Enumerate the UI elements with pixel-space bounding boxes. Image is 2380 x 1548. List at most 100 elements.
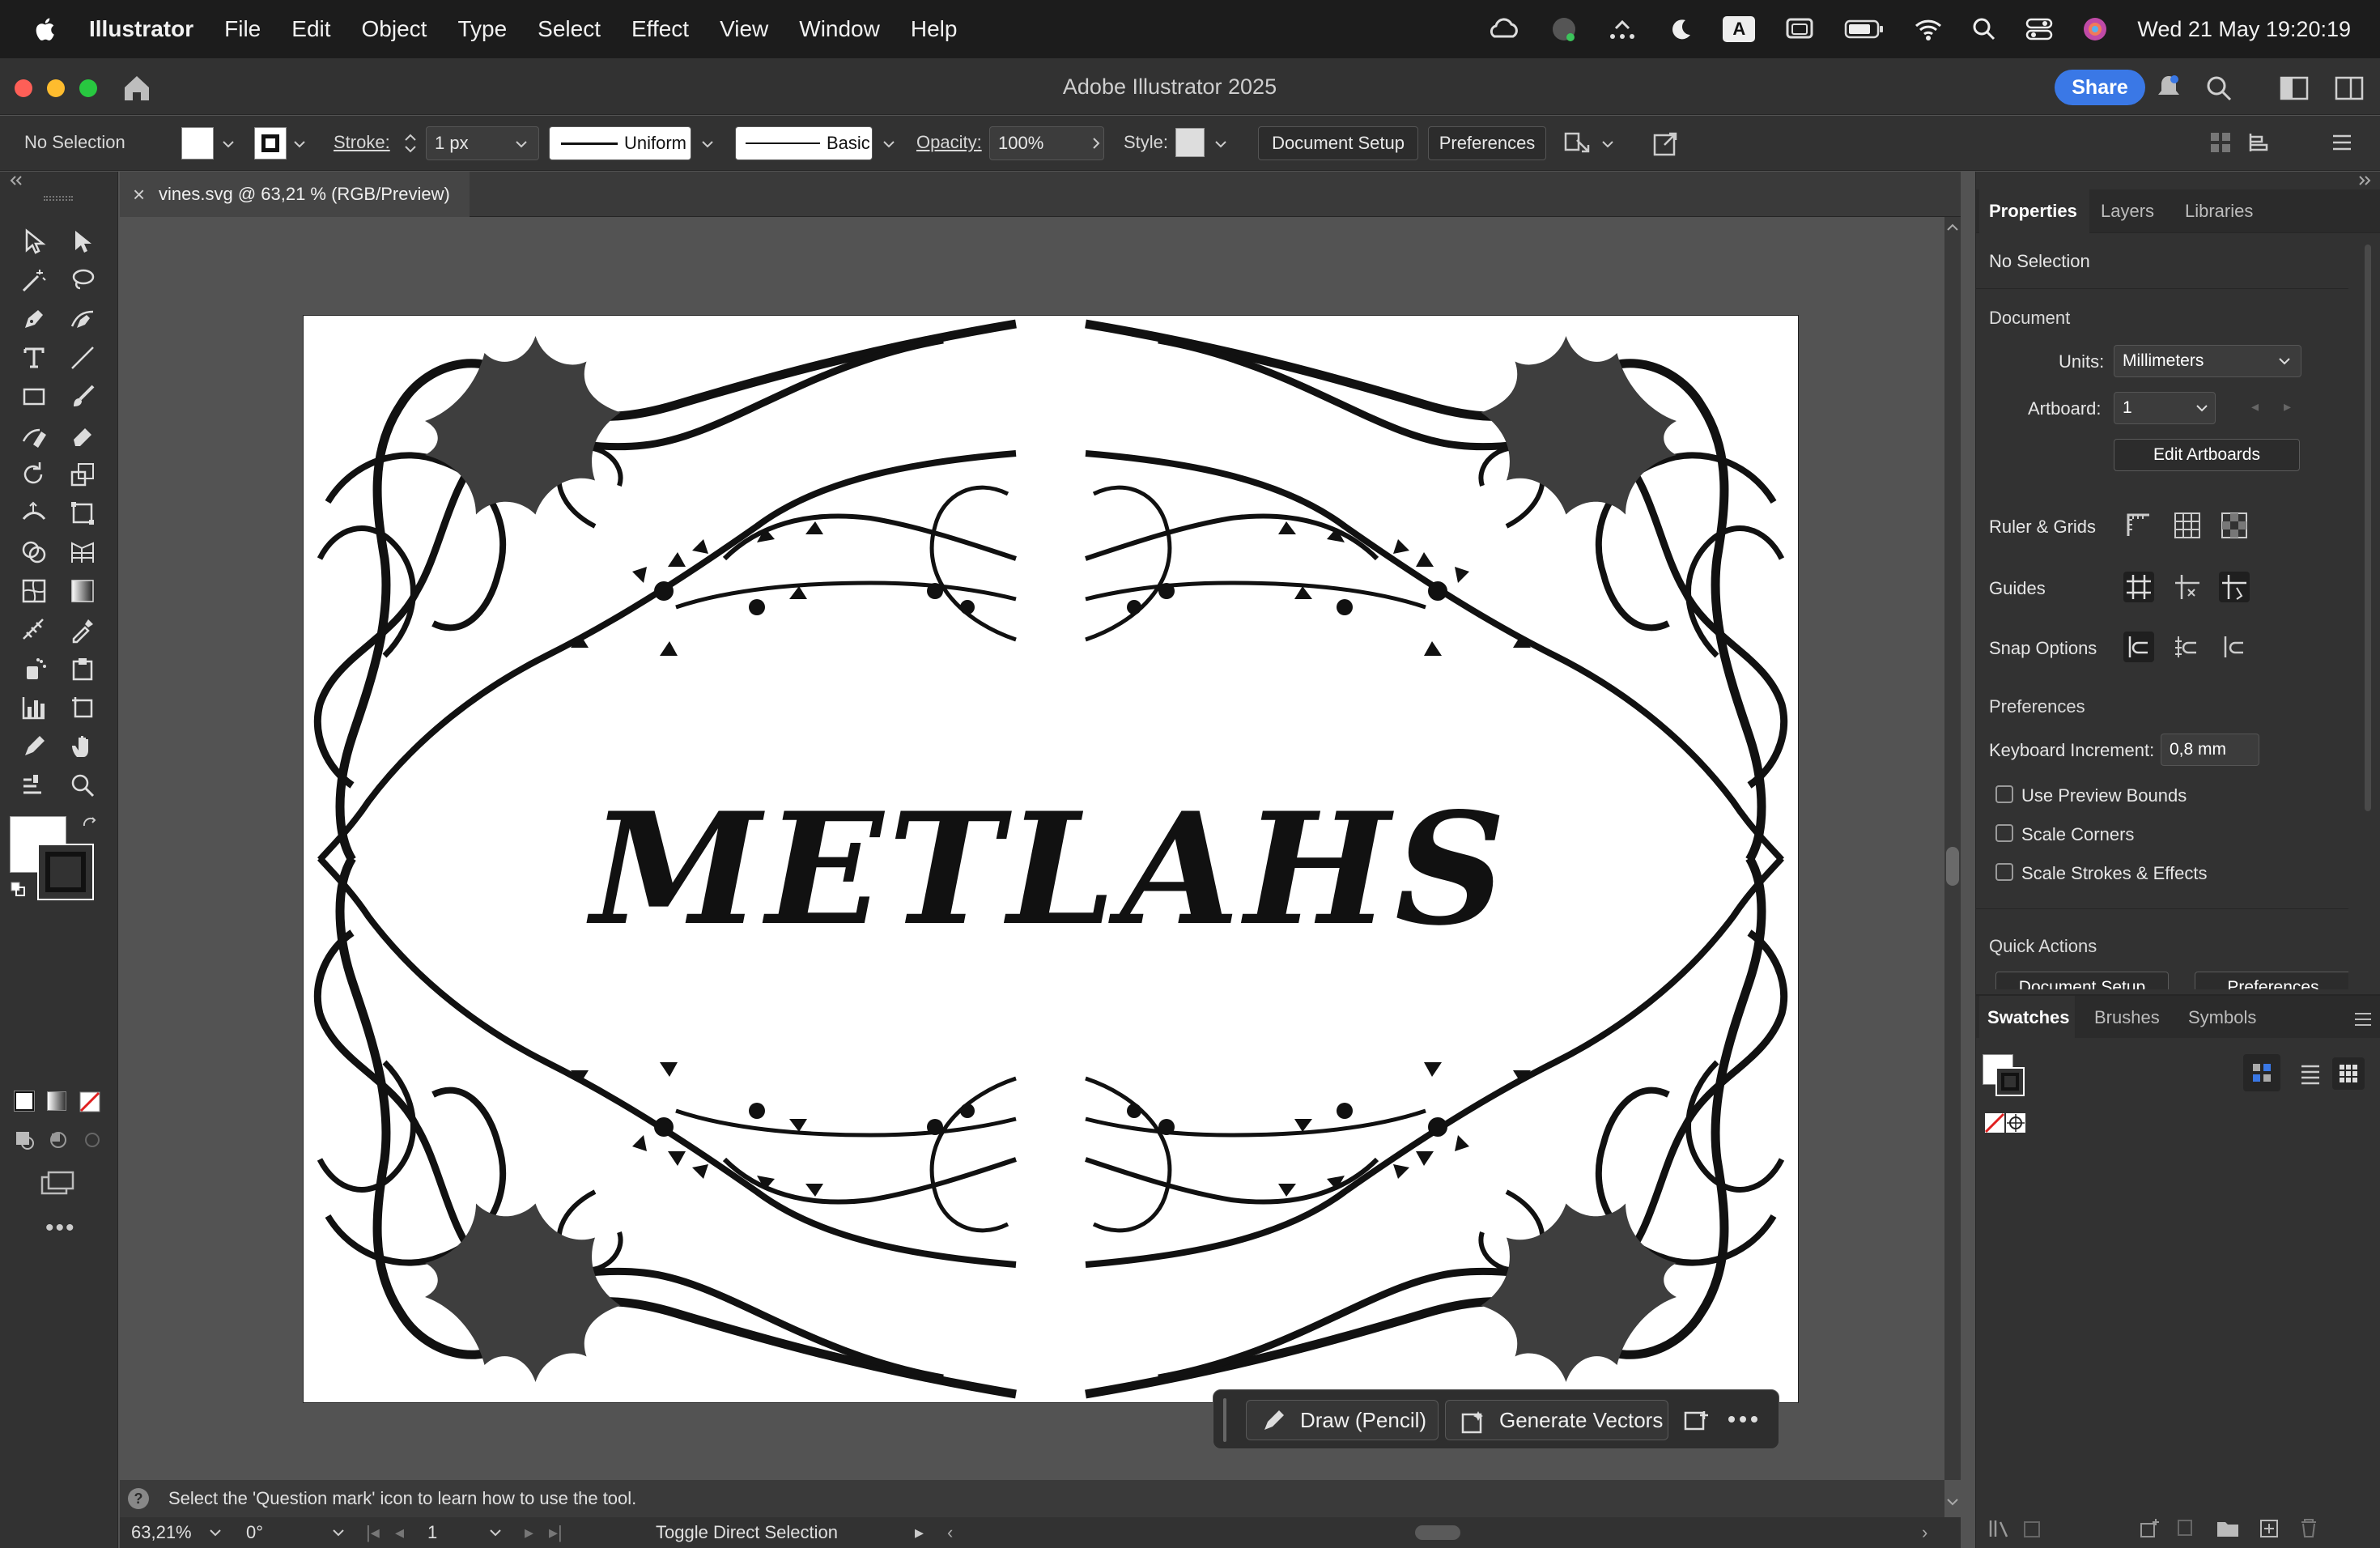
swatch-none-icon[interactable] xyxy=(1984,1112,2005,1133)
panel-toggle-icon[interactable] xyxy=(2335,76,2364,100)
type-tool[interactable] xyxy=(18,342,50,374)
next-artboard-icon[interactable]: ▸ xyxy=(525,1517,533,1548)
scale-tool[interactable] xyxy=(66,458,99,491)
document-tab[interactable]: × vines.svg @ 63,21 % (RGB/Preview) xyxy=(120,172,470,217)
arrange-docs-icon[interactable] xyxy=(2208,130,2233,155)
scroll-down-icon[interactable] xyxy=(1946,1498,1959,1508)
stroke-swatch[interactable] xyxy=(254,127,287,159)
tab-symbols[interactable]: Symbols xyxy=(2188,1007,2256,1028)
new-color-group-icon[interactable] xyxy=(2216,1517,2240,1538)
smart-guides-button[interactable] xyxy=(2172,572,2203,602)
units-select[interactable]: Millimeters xyxy=(2114,345,2301,377)
generate-vectors-button[interactable]: Generate Vectors xyxy=(1445,1400,1668,1440)
snap-to-grid-button[interactable] xyxy=(2172,632,2203,662)
rotation-dropdown-icon[interactable] xyxy=(332,1529,345,1537)
profile-dropdown-icon[interactable] xyxy=(701,140,714,148)
eyedropper-tool[interactable] xyxy=(18,614,50,646)
lock-guides-button[interactable] xyxy=(2219,572,2250,602)
transparency-grid-button[interactable] xyxy=(2219,510,2250,541)
stroke-weight-dropdown-icon[interactable] xyxy=(515,140,528,148)
draw-normal-icon[interactable] xyxy=(13,1129,36,1151)
zoom-dropdown-icon[interactable] xyxy=(209,1529,222,1537)
menu-file[interactable]: File xyxy=(224,16,261,42)
live-paint-tool[interactable] xyxy=(66,653,99,685)
direct-selection-tool[interactable] xyxy=(66,225,99,257)
perspective-grid-tool[interactable] xyxy=(66,536,99,568)
stroke-color-box[interactable] xyxy=(37,844,94,900)
align-dropdown-icon[interactable] xyxy=(1601,140,1614,148)
distribute-icon[interactable] xyxy=(2247,130,2275,155)
artboard-tool[interactable] xyxy=(66,691,99,724)
tab-swatches[interactable]: Swatches xyxy=(1987,1007,2070,1028)
search-icon[interactable] xyxy=(2205,74,2233,102)
menu-type[interactable]: Type xyxy=(457,16,507,42)
show-swatch-menu-icon[interactable] xyxy=(2174,1517,2198,1538)
place-swatches-icon[interactable] xyxy=(2021,1517,2046,1538)
opacity-arrow-icon[interactable] xyxy=(1091,137,1101,150)
snap-to-pixel-button[interactable] xyxy=(2219,632,2250,662)
stroke-color-dropdown-icon[interactable] xyxy=(293,140,306,148)
menu-view[interactable]: View xyxy=(720,16,768,42)
vertical-scroll-thumb[interactable] xyxy=(1946,847,1959,886)
artboard[interactable]: METLAHS xyxy=(303,315,1799,1403)
isolate-icon[interactable] xyxy=(1651,129,1681,158)
edit-artboards-button[interactable]: Edit Artboards xyxy=(2114,439,2300,471)
tool-status[interactable]: Toggle Direct Selection xyxy=(656,1517,838,1548)
siri-icon[interactable] xyxy=(2082,16,2108,42)
tab-layers[interactable]: Layers xyxy=(2101,201,2154,222)
apple-logo-icon[interactable] xyxy=(32,15,60,43)
quick-preferences-button[interactable]: Preferences xyxy=(2195,972,2348,989)
battery-icon[interactable] xyxy=(1844,18,1885,40)
draw-behind-icon[interactable] xyxy=(47,1129,70,1151)
next-artboard-arrow-icon[interactable]: ▸ xyxy=(2284,398,2291,415)
prev-artboard-arrow-icon[interactable]: ◂ xyxy=(2251,398,2259,415)
swap-fill-stroke-icon[interactable] xyxy=(81,816,99,834)
rotate-tool[interactable] xyxy=(18,458,50,491)
scale-strokes-effects-checkbox[interactable] xyxy=(1995,863,2013,881)
gradient-tool[interactable] xyxy=(66,575,99,607)
notifications-icon[interactable] xyxy=(2155,73,2182,102)
share-button[interactable]: Share xyxy=(2055,70,2145,105)
lasso-tool[interactable] xyxy=(66,264,99,296)
selection-tool[interactable] xyxy=(18,225,50,257)
opacity-label[interactable]: Opacity: xyxy=(916,132,982,153)
status-menu-icon[interactable]: ▸ xyxy=(915,1517,924,1548)
menu-help[interactable]: Help xyxy=(911,16,958,42)
workspace-switcher-icon[interactable] xyxy=(2280,76,2309,100)
opacity-field[interactable]: 100% xyxy=(989,126,1104,160)
show-swatch-kinds-button[interactable] xyxy=(2243,1054,2280,1091)
screen-mode-icon[interactable] xyxy=(39,1169,76,1197)
menu-window[interactable]: Window xyxy=(799,16,880,42)
free-transform-tool[interactable] xyxy=(66,497,99,529)
snap-to-point-button[interactable] xyxy=(2123,632,2154,662)
horizontal-scroll-thumb[interactable] xyxy=(1415,1525,1460,1540)
close-tab-icon[interactable]: × xyxy=(133,172,145,217)
menu-effect[interactable]: Effect xyxy=(631,16,689,42)
pencil-tool[interactable] xyxy=(18,730,50,763)
brush-definition[interactable]: Basic xyxy=(735,126,873,160)
first-artboard-icon[interactable]: |◂ xyxy=(366,1517,380,1548)
screen-mirroring-icon[interactable] xyxy=(1784,16,1815,42)
zoom-tool[interactable] xyxy=(66,769,99,802)
fill-swatch[interactable] xyxy=(181,127,214,159)
scroll-up-icon[interactable] xyxy=(1946,222,1959,232)
zoom-level[interactable]: 63,21% xyxy=(131,1517,192,1548)
line-segment-tool[interactable] xyxy=(66,342,99,374)
curvature-tool[interactable] xyxy=(66,303,99,335)
menu-select[interactable]: Select xyxy=(538,16,601,42)
rectangle-tool[interactable] xyxy=(18,381,50,413)
eraser-tool[interactable] xyxy=(66,419,99,452)
variable-width-profile[interactable]: Uniform xyxy=(549,126,691,160)
swatch-registration-icon[interactable] xyxy=(2005,1112,2026,1133)
wifi-icon[interactable] xyxy=(1914,17,1943,41)
new-swatch-icon[interactable] xyxy=(2258,1517,2282,1538)
mesh-tool[interactable] xyxy=(18,575,50,607)
question-mark-icon[interactable]: ? xyxy=(126,1486,151,1511)
taskbar-options-icon[interactable] xyxy=(1683,1408,1711,1432)
control-center-icon[interactable] xyxy=(2025,17,2053,41)
none-mode-icon[interactable] xyxy=(79,1091,100,1112)
fill-dropdown-icon[interactable] xyxy=(222,140,235,148)
toolbar-grip[interactable] xyxy=(44,196,73,201)
keyboard-increment-field[interactable]: 0,8 mm xyxy=(2161,734,2259,766)
swatch-options-icon[interactable] xyxy=(2138,1517,2162,1538)
